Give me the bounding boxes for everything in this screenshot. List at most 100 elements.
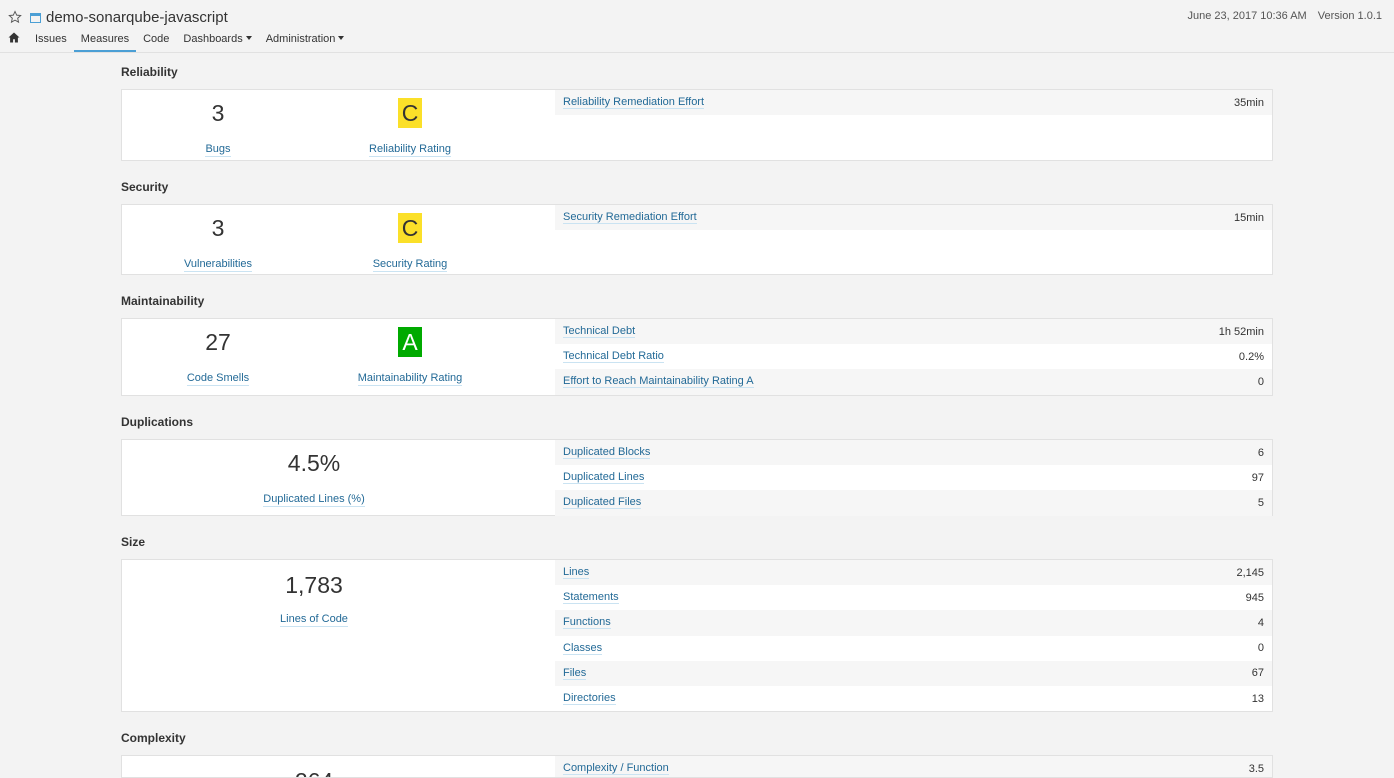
tab-dashboards-label: Dashboards: [183, 33, 243, 45]
measure-row-label[interactable]: Statements: [563, 591, 619, 605]
tab-administration[interactable]: Administration: [259, 30, 352, 52]
measure-row-value: 15min: [1234, 211, 1264, 224]
security-measures-list: Security Remediation Effort 15min: [555, 205, 1272, 231]
maintainability-rating-measure: A Maintainability Rating: [314, 327, 506, 386]
measure-row-label[interactable]: Security Remediation Effort: [563, 211, 697, 225]
maintainability-rating-label[interactable]: Maintainability Rating: [357, 372, 463, 386]
code-smells-label[interactable]: Code Smells: [186, 372, 250, 386]
measure-row-value: 67: [1251, 667, 1264, 680]
measure-row-value: 4: [1257, 616, 1264, 629]
security-card: 3 Vulnerabilities C Security Rating Secu…: [121, 204, 1273, 275]
measure-row-value: 5: [1257, 496, 1264, 509]
tab-administration-label: Administration: [265, 33, 336, 45]
section-title-security: Security: [121, 180, 169, 194]
code-smells-measure: 27 Code Smells: [122, 327, 314, 386]
measure-row-label[interactable]: Complexity / Function: [563, 762, 669, 776]
measure-row-label[interactable]: Functions: [563, 616, 611, 630]
size-measures-list: Lines 2,145 Statements 945 Functions 4 C…: [555, 560, 1272, 711]
measure-row-value: 2,145: [1236, 566, 1264, 579]
duplications-measures-list: Duplicated Blocks 6 Duplicated Lines 97 …: [555, 440, 1272, 516]
security-rating-label[interactable]: Security Rating: [372, 258, 448, 272]
project-meta: June 23, 2017 10:36 AM Version 1.0.1: [1187, 10, 1382, 22]
vulnerabilities-value[interactable]: 3: [122, 213, 314, 243]
star-icon[interactable]: [8, 10, 22, 24]
measure-row-label[interactable]: Duplicated Blocks: [563, 446, 651, 460]
measure-row-label[interactable]: Effort to Reach Maintainability Rating A: [563, 375, 754, 389]
lines-of-code-value[interactable]: 1,783: [122, 570, 506, 600]
section-title-maintainability: Maintainability: [121, 294, 205, 308]
measure-row-label[interactable]: Technical Debt: [563, 325, 636, 339]
reliability-rating-measure: C Reliability Rating: [314, 98, 506, 157]
duplicated-lines-density-value[interactable]: 4.5%: [122, 448, 506, 478]
measure-row: Functions 4: [555, 610, 1272, 636]
project-name[interactable]: demo-sonarqube-javascript: [46, 9, 228, 26]
measure-row: Classes 0: [555, 636, 1272, 661]
measure-row: Duplicated Lines 97: [555, 465, 1272, 490]
bugs-value[interactable]: 3: [122, 98, 314, 128]
complexity-measures-list: Complexity / Function 3.5: [555, 756, 1272, 777]
size-card: 1,783 Lines of Code Lines 2,145 Statemen…: [121, 559, 1273, 712]
project-version: Version 1.0.1: [1317, 10, 1382, 22]
measure-row-label[interactable]: Reliability Remediation Effort: [563, 96, 705, 110]
measure-row: Files 67: [555, 660, 1272, 686]
measure-row: Lines 2,145: [555, 560, 1272, 586]
project-nav: Issues Measures Code Dashboards Administ…: [8, 30, 351, 52]
maintainability-rating-badge[interactable]: A: [398, 327, 422, 357]
measure-row-value: 0: [1257, 375, 1264, 388]
measure-row-label[interactable]: Classes: [563, 642, 603, 655]
complexity-value[interactable]: 264: [122, 766, 506, 777]
measure-row-label[interactable]: Technical Debt Ratio: [563, 350, 664, 364]
duplicated-lines-density-label[interactable]: Duplicated Lines (%): [263, 493, 365, 507]
complexity-domain-measures: 264: [122, 756, 555, 777]
analysis-date: June 23, 2017 10:36 AM: [1187, 10, 1307, 22]
tab-dashboards[interactable]: Dashboards: [176, 30, 258, 52]
tab-measures[interactable]: Measures: [73, 30, 137, 52]
maintainability-measures-list: Technical Debt 1h 52min Technical Debt R…: [555, 319, 1272, 395]
nav-home[interactable]: [8, 30, 28, 51]
measure-row: Security Remediation Effort 15min: [555, 205, 1272, 231]
maintainability-domain-measures: 27 Code Smells A Maintainability Rating: [122, 319, 555, 395]
complexity-card: 264 Complexity / Function 3.5: [121, 755, 1273, 778]
measure-row: Technical Debt 1h 52min: [555, 319, 1272, 345]
reliability-rating-badge[interactable]: C: [398, 98, 422, 128]
tab-issues[interactable]: Issues: [28, 30, 74, 52]
measure-row-value: 13: [1251, 692, 1264, 705]
measure-row: Statements 945: [555, 585, 1272, 610]
duplications-domain-measures: 4.5% Duplicated Lines (%): [122, 440, 555, 515]
security-rating-measure: C Security Rating: [314, 213, 506, 272]
project-title-row: demo-sonarqube-javascript: [8, 7, 228, 27]
measure-row-value: 0.2%: [1238, 350, 1264, 363]
reliability-domain-measures: 3 Bugs C Reliability Rating: [122, 90, 555, 160]
section-title-complexity: Complexity: [121, 731, 186, 745]
measure-row-value: 6: [1257, 446, 1264, 459]
security-rating-badge[interactable]: C: [398, 213, 422, 243]
top-bar: demo-sonarqube-javascript June 23, 2017 …: [0, 0, 1394, 53]
lines-of-code-label[interactable]: Lines of Code: [280, 613, 348, 627]
project-icon: [30, 12, 41, 23]
tab-code[interactable]: Code: [136, 30, 176, 52]
bugs-measure: 3 Bugs: [122, 98, 314, 157]
caret-down-icon: [245, 36, 252, 40]
measure-row-label[interactable]: Directories: [563, 692, 616, 706]
measure-row-label[interactable]: Duplicated Lines: [563, 471, 645, 485]
measure-row-label[interactable]: Files: [563, 667, 587, 680]
lines-of-code-measure: 1,783 Lines of Code: [122, 570, 506, 627]
measure-row: Directories 13: [555, 686, 1272, 711]
caret-down-icon: [338, 36, 345, 40]
measure-row-label[interactable]: Lines: [563, 566, 590, 580]
vulnerabilities-label[interactable]: Vulnerabilities: [183, 258, 253, 272]
code-smells-value[interactable]: 27: [122, 327, 314, 357]
maintainability-card: 27 Code Smells A Maintainability Rating …: [121, 318, 1273, 396]
security-domain-measures: 3 Vulnerabilities C Security Rating: [122, 205, 555, 274]
measure-row-value: 0: [1257, 642, 1264, 655]
reliability-measures-list: Reliability Remediation Effort 35min: [555, 90, 1272, 116]
duplicated-lines-density-measure: 4.5% Duplicated Lines (%): [122, 448, 506, 507]
measure-row-label[interactable]: Duplicated Files: [563, 496, 642, 510]
measure-row: Reliability Remediation Effort 35min: [555, 90, 1272, 116]
vulnerabilities-measure: 3 Vulnerabilities: [122, 213, 314, 272]
section-title-size: Size: [121, 535, 146, 549]
measure-row: Technical Debt Ratio 0.2%: [555, 344, 1272, 369]
duplications-card: 4.5% Duplicated Lines (%) Duplicated Blo…: [121, 439, 1273, 516]
bugs-label[interactable]: Bugs: [205, 143, 231, 157]
reliability-rating-label[interactable]: Reliability Rating: [369, 143, 451, 157]
